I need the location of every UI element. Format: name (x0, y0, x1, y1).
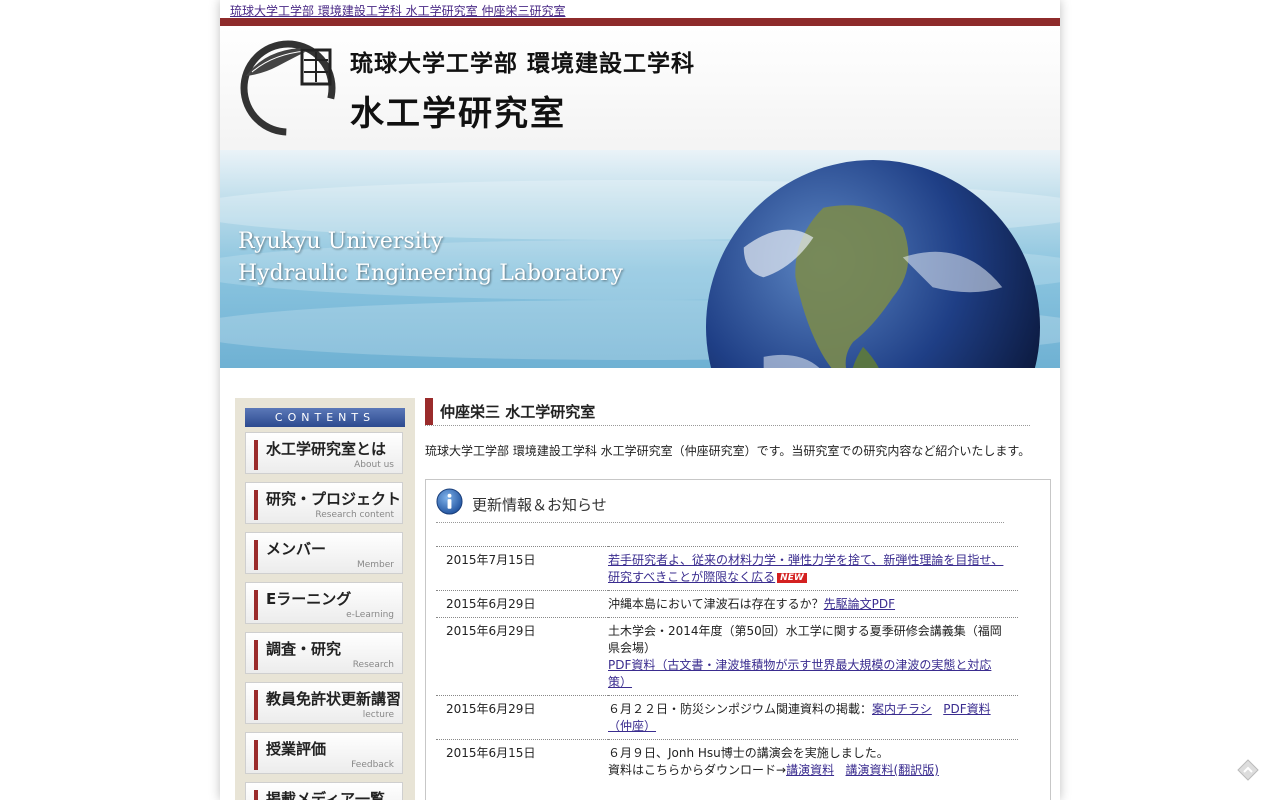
scroll-to-top-icon[interactable] (1236, 757, 1260, 781)
sidebar-item-media[interactable]: 掲載メディア一覧 (245, 782, 403, 800)
nav-label-jp: 水工学研究室とは (266, 440, 387, 458)
news-row: 2015年6月29日 沖縄本島において津波石は存在するか？先駆論文PDF (436, 590, 1018, 618)
nav-label-en: e-Learning (346, 610, 394, 620)
sidebar-item-member[interactable]: メンバー Member (245, 532, 403, 574)
banner-line-university: Ryukyu University (238, 229, 444, 254)
news-link-flyer[interactable]: 案内チラシ (872, 702, 932, 716)
news-heading: 更新情報＆お知らせ (472, 496, 607, 514)
lab-seal-logo[interactable] (238, 36, 338, 136)
news-panel: 更新情報＆お知らせ 2015年7月15日 若手研究者よ、従来の材料力学・弾性力学… (425, 479, 1051, 800)
info-icon (436, 488, 463, 515)
news-link-lecture-translated[interactable]: 講演資料(翻訳版) (846, 763, 939, 777)
sidebar-item-about[interactable]: 水工学研究室とは About us (245, 432, 403, 474)
news-link-pdf[interactable]: 先駆論文PDF (824, 597, 895, 611)
news-row: 2015年6月29日 土木学会・2014年度（第50回）水工学に関する夏季研修会… (436, 617, 1018, 696)
header-accent-bar (220, 18, 1060, 26)
nav-accent-bar (254, 590, 258, 620)
breadcrumb-link[interactable]: 琉球大学工学部 環境建設工学科 水工学研究室 仲座栄三研究室 (230, 2, 565, 19)
nav-label-jp: 授業評価 (266, 740, 327, 758)
news-body: 沖縄本島において津波石は存在するか？先駆論文PDF (608, 590, 1018, 618)
intro-text: 琉球大学工学部 環境建設工学科 水工学研究室（仲座研究室）です。当研究室での研究… (425, 444, 1031, 458)
news-text: 土木学会・2014年度（第50回）水工学に関する夏季研修会講義集（福岡県会場） (608, 624, 1002, 655)
title-accent-bar (425, 398, 433, 425)
nav-accent-bar (254, 540, 258, 570)
nav-label-jp: 掲載メディア一覧 (266, 790, 385, 800)
banner-english-title: Ryukyu University Hydraulic Engineering … (238, 226, 623, 290)
news-body: ６月２２日・防災シンポジウム関連資料の掲載：案内チラシ PDF資料（仲座） (608, 695, 1018, 740)
hero-banner: Ryukyu University Hydraulic Engineering … (220, 150, 1060, 368)
sidebar-item-lecture[interactable]: 教員免許状更新講習 lecture (245, 682, 403, 724)
nav-label-en: About us (354, 460, 394, 470)
news-text: ６月９日、Jonh Hsu博士の講演会を実施しました。 (608, 746, 889, 760)
sidebar-item-elearning[interactable]: Eラーニング e-Learning (245, 582, 403, 624)
nav-label-jp: メンバー (266, 540, 327, 558)
news-text: ６月２２日・防災シンポジウム関連資料の掲載： (608, 702, 873, 716)
nav-label-jp: 調査・研究 (266, 640, 342, 658)
nav-label-jp: 教員免許状更新講習 (266, 690, 402, 708)
news-text: 沖縄本島において津波石は存在するか？ (608, 597, 824, 611)
sidebar-item-research[interactable]: 調査・研究 Research (245, 632, 403, 674)
news-date: 2015年7月15日 (436, 546, 608, 591)
news-link-lecture[interactable]: 講演資料 (786, 763, 834, 777)
site-title-lab: 水工学研究室 (350, 94, 566, 134)
news-text: 資料はこちらからダウンロード→ (608, 763, 787, 777)
news-link-pdf[interactable]: PDF資料（古文書・津波堆積物が示す世界最大規模の津波の実態と対応策） (608, 658, 991, 689)
site-header: 琉球大学工学部 環境建設工学科 水工学研究室 (220, 26, 1060, 156)
sidebar-item-feedback[interactable]: 授業評価 Feedback (245, 732, 403, 774)
page-container: 琉球大学工学部 環境建設工学科 水工学研究室 仲座栄三研究室 琉球大学工学部 環… (220, 0, 1060, 800)
nav-accent-bar (254, 490, 258, 520)
news-body: 土木学会・2014年度（第50回）水工学に関する夏季研修会講義集（福岡県会場） … (608, 617, 1018, 696)
nav-accent-bar (254, 440, 258, 470)
page-title-text: 仲座栄三 水工学研究室 (440, 403, 596, 421)
news-table: 2015年7月15日 若手研究者よ、従来の材料力学・弾性力学を捨て、新弾性理論を… (436, 546, 1018, 783)
nav-label-en: lecture (362, 710, 394, 720)
nav-label-jp: 研究・プロジェクト (266, 490, 402, 508)
nav-label-en: Research (352, 660, 394, 670)
nav-accent-bar (254, 740, 258, 770)
news-date: 2015年6月29日 (436, 590, 608, 618)
nav-label-jp: Eラーニング (266, 590, 352, 608)
news-body: ６月９日、Jonh Hsu博士の講演会を実施しました。 資料はこちらからダウンロ… (608, 739, 1018, 783)
nav-accent-bar (254, 790, 258, 800)
new-badge: NEW (777, 573, 807, 583)
news-row: 2015年7月15日 若手研究者よ、従来の材料力学・弾性力学を捨て、新弾性理論を… (436, 546, 1018, 591)
sidebar-item-research-content[interactable]: 研究・プロジェクト Research content (245, 482, 403, 524)
page-title: 仲座栄三 水工学研究室 (425, 398, 1030, 426)
nav-label-en: Research content (315, 510, 394, 520)
nav-accent-bar (254, 690, 258, 720)
news-row: 2015年6月15日 ６月９日、Jonh Hsu博士の講演会を実施しました。 資… (436, 739, 1018, 783)
news-date: 2015年6月29日 (436, 617, 608, 696)
news-date: 2015年6月15日 (436, 739, 608, 783)
news-body: 若手研究者よ、従来の材料力学・弾性力学を捨て、新弾性理論を目指せ、研究すべきこと… (608, 546, 1018, 591)
sidebar-nav: CONTENTS 水工学研究室とは About us 研究・プロジェクト Res… (235, 398, 415, 800)
banner-line-lab: Hydraulic Engineering Laboratory (238, 261, 623, 286)
sidebar-heading: CONTENTS (245, 408, 405, 427)
nav-label-en: Member (356, 560, 394, 570)
news-date: 2015年6月29日 (436, 695, 608, 740)
earth-globe-image (706, 160, 1040, 368)
nav-label-en: Feedback (351, 760, 394, 770)
nav-accent-bar (254, 640, 258, 670)
site-title-department: 琉球大学工学部 環境建設工学科 (350, 50, 696, 77)
news-heading-divider (436, 522, 1004, 523)
news-row: 2015年6月29日 ６月２２日・防災シンポジウム関連資料の掲載：案内チラシ P… (436, 695, 1018, 740)
